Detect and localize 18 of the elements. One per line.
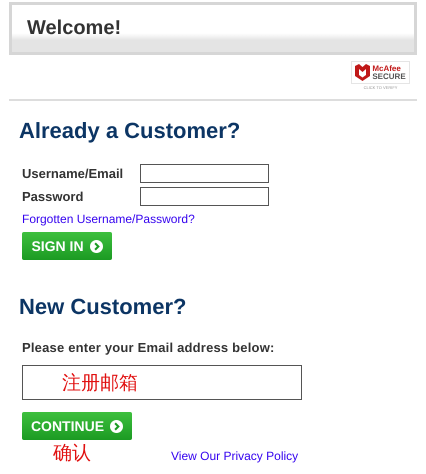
field-label: Username/Email [22, 166, 124, 181]
shield-icon [355, 64, 370, 81]
input-field[interactable] [140, 187, 269, 206]
field-label: Password [22, 189, 84, 204]
section-heading: New Customer? [19, 294, 188, 320]
badge-brand: McAfee [372, 64, 402, 72]
page-title: Welcome! [27, 17, 122, 39]
email-prompt: Please enter your Email address below: [21, 340, 276, 355]
privacy-link[interactable]: View Our Privacy Policy [171, 449, 298, 463]
arrow-circle-icon [110, 420, 124, 432]
section-heading: Already a Customer? [19, 118, 242, 144]
input-field[interactable] [140, 164, 269, 183]
annotation-text: 确认 [53, 441, 91, 466]
email-field[interactable]: 注册邮箱 [22, 365, 302, 400]
badge-label: SECURE [372, 72, 406, 80]
forgot-link[interactable]: Forgotten Username/Password? [22, 212, 195, 226]
arrow-circle-icon [90, 240, 103, 252]
security-badge[interactable]: McAfee SECURE [351, 61, 410, 84]
